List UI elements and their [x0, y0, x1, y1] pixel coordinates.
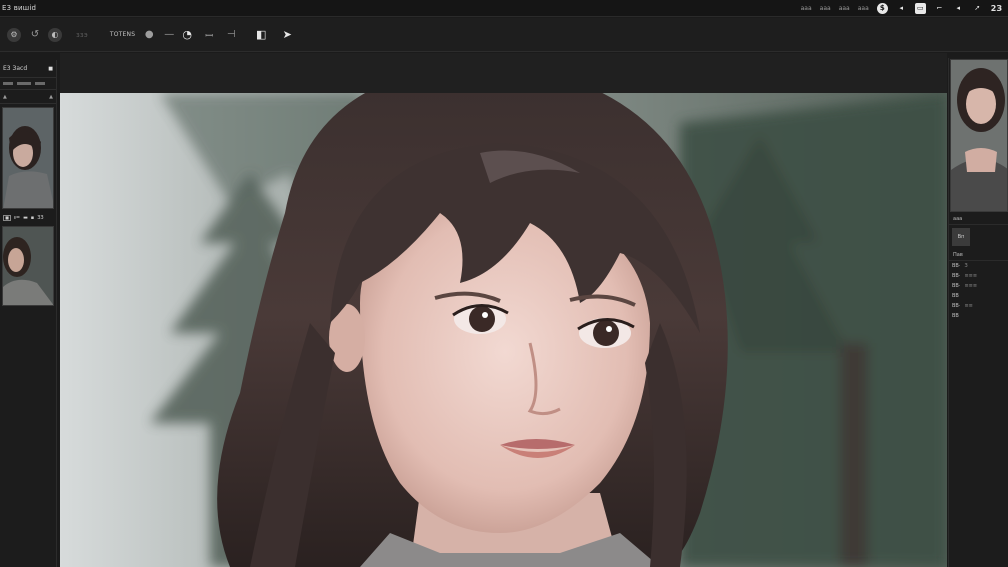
- preview-label: ааа: [949, 213, 1008, 225]
- visibility-icon[interactable]: ■: [3, 214, 11, 221]
- property-value: ≡≡≡: [964, 283, 978, 289]
- caption-text-3: ▪: [30, 214, 35, 221]
- menu-item-3[interactable]: ааа: [839, 5, 850, 12]
- brush-icon[interactable]: ●: [142, 28, 156, 42]
- layer-icon[interactable]: ◧: [254, 28, 268, 42]
- gear-icon[interactable]: ⚙: [7, 27, 21, 42]
- rotate-icon[interactable]: ↺: [28, 28, 42, 42]
- property-row-3[interactable]: ВВ· ≡≡≡: [949, 281, 1008, 291]
- portrait-thumbnail: [3, 227, 53, 305]
- zoom-label[interactable]: 2З: [991, 4, 1002, 13]
- preview-thumbnail[interactable]: [950, 59, 1008, 212]
- portrait-thumbnail: [3, 108, 53, 208]
- pointer-icon[interactable]: ◂: [953, 3, 964, 14]
- caption-text-4: ЗЗ: [37, 214, 44, 221]
- caption-text-1: ᵻ=: [14, 214, 21, 221]
- tool-bar-3[interactable]: [35, 82, 45, 85]
- property-row-4[interactable]: ВВ: [949, 291, 1008, 301]
- property-key: ВВ·: [952, 283, 961, 289]
- property-row-2[interactable]: ВВ· ≡≡≡: [949, 271, 1008, 281]
- dimension-label: ззэ: [76, 30, 88, 39]
- property-value: ≡≡: [964, 303, 973, 309]
- pen-icon[interactable]: ꟷ: [202, 28, 216, 42]
- panel-header: Е3 Засd ■: [0, 60, 56, 78]
- crop-icon[interactable]: ⊣: [224, 28, 238, 42]
- document-icon[interactable]: ▭: [914, 2, 926, 14]
- tools-menu[interactable]: ТОТЕNS: [110, 31, 135, 38]
- line-icon[interactable]: —: [162, 28, 176, 42]
- close-icon[interactable]: ■: [48, 66, 53, 72]
- caption-text-2: ▬: [23, 214, 28, 221]
- portrait-photo: [60, 93, 947, 567]
- adjustment-tile[interactable]: Вп: [952, 228, 970, 246]
- image-canvas[interactable]: [60, 93, 947, 567]
- photo-editor-window: E3 вишіd ааа ааа ааа ааа $ ◂ ▭ ⌐ ◂ ➚ 2З …: [0, 0, 1008, 567]
- panel-title: Е3 Засd: [3, 65, 28, 72]
- menu-item-2[interactable]: ааа: [820, 5, 831, 12]
- menu-item-1[interactable]: ааа: [801, 5, 812, 12]
- expand-icon[interactable]: ▲: [3, 94, 7, 100]
- move-icon[interactable]: ➤: [280, 28, 294, 42]
- property-value: ≡≡≡: [964, 273, 978, 279]
- menu-item-4[interactable]: ааа: [858, 5, 869, 12]
- collapse-icon[interactable]: ▲: [49, 94, 53, 100]
- property-row-5[interactable]: ВВ· ≡≡: [949, 301, 1008, 311]
- app-title: E3 вишіd: [2, 4, 37, 12]
- layer-thumbnail-2[interactable]: [2, 226, 54, 306]
- layer-thumbnail-1[interactable]: [2, 107, 54, 209]
- property-key: ВВ: [952, 313, 959, 319]
- title-bar: E3 вишіd ааа ааа ааа ааа $ ◂ ▭ ⌐ ◂ ➚ 2З: [0, 0, 1008, 17]
- property-key: ВВ: [952, 293, 959, 299]
- mask-icon[interactable]: ◐: [48, 27, 62, 42]
- property-key: ВВ·: [952, 263, 961, 269]
- layers-panel: Е3 Засd ■ ▲ ▲ ■ ᵻ= ▬ ▪ ЗЗ: [0, 60, 57, 567]
- info-icon[interactable]: $: [876, 2, 888, 14]
- tool-bar-1[interactable]: [3, 82, 13, 85]
- section-label: Пав: [949, 249, 1008, 261]
- title-bar-actions: ааа ааа ааа ааа $ ◂ ▭ ⌐ ◂ ➚ 2З: [801, 2, 1008, 14]
- tool-bar-2[interactable]: [17, 82, 31, 85]
- layer-caption: ■ ᵻ= ▬ ▪ ЗЗ: [0, 212, 56, 223]
- options-bar: [60, 53, 947, 93]
- circle-arrow-icon[interactable]: ◔: [180, 28, 194, 42]
- bracket-icon[interactable]: ⌐: [934, 3, 945, 14]
- arrow-left-icon[interactable]: ◂: [896, 3, 907, 14]
- property-value: З: [964, 263, 968, 269]
- main-toolbar: ⚙ ↺ ◐ ззэ ТОТЕNS ● — ◔ ꟷ ⊣ ◧ ➤: [0, 18, 1008, 52]
- properties-panel: ааа Вп Пав ВВ· З ВВ· ≡≡≡ ВВ· ≡≡≡ ВВ ВВ· ≡≡ В…: [948, 58, 1008, 567]
- property-key: ВВ·: [952, 273, 961, 279]
- property-key: ВВ·: [952, 303, 961, 309]
- portrait-preview: [951, 60, 1007, 211]
- panel-row: ▲ ▲: [0, 90, 56, 104]
- panel-tools: [0, 78, 56, 90]
- cursor-icon[interactable]: ➚: [972, 3, 983, 14]
- property-row-6[interactable]: ВВ: [949, 311, 1008, 321]
- property-row-1[interactable]: ВВ· З: [949, 261, 1008, 271]
